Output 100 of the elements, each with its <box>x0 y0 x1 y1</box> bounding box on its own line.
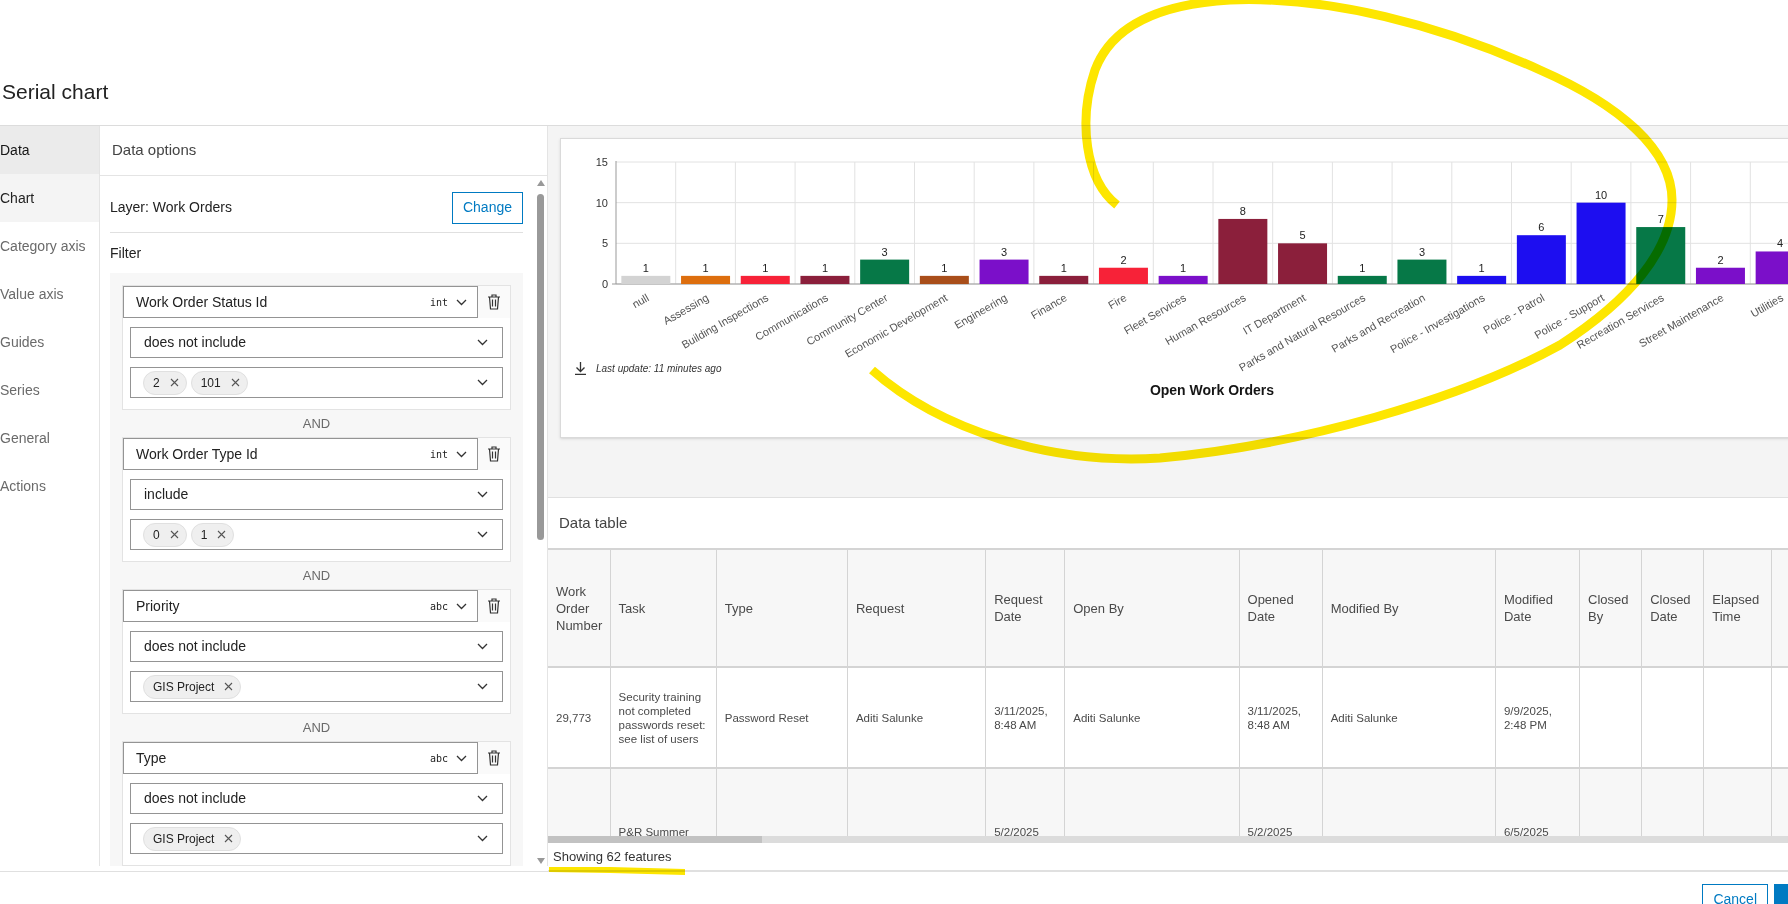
chart-bar[interactable] <box>800 275 850 284</box>
values-select[interactable]: GIS Project <box>130 671 503 702</box>
change-button[interactable]: Change <box>451 191 523 224</box>
values-select[interactable]: 0 1 <box>130 519 503 550</box>
trash-icon[interactable] <box>487 446 501 462</box>
and-label: AND <box>302 414 331 433</box>
table-cell: 6/5/2025 <box>1503 826 1549 836</box>
chart-bar[interactable] <box>1337 275 1387 284</box>
operator-select[interactable]: does not include <box>130 783 503 814</box>
chevron-down-icon <box>477 339 488 346</box>
table-cell: 5/2/2025 <box>994 826 1039 836</box>
chart-bar[interactable] <box>1695 267 1745 284</box>
table-cell: 5/2/2025 <box>1247 826 1293 836</box>
horizontal-scrollbar[interactable] <box>548 836 1788 843</box>
table-cell: 3/11/2025, 8:48 AM <box>994 704 1048 731</box>
field-select[interactable]: Work Order Status Id int <box>123 286 478 318</box>
nav-item[interactable]: Data <box>0 126 99 174</box>
operator-select[interactable]: does not include <box>130 631 503 662</box>
scrollbar-thumb[interactable] <box>537 194 544 540</box>
chevron-down-icon <box>456 602 467 610</box>
value-chip[interactable]: 101 <box>190 370 248 395</box>
value-label: 3 <box>1418 245 1425 258</box>
chart-bar[interactable] <box>919 275 969 284</box>
value-label: 1 <box>642 261 649 274</box>
value-chip[interactable]: GIS Project <box>143 826 242 851</box>
table-cell: Password Reset <box>724 711 809 724</box>
nav-item[interactable]: Chart <box>0 174 99 222</box>
chart-bar[interactable] <box>740 275 790 284</box>
close-icon[interactable] <box>217 530 227 539</box>
value-label: 1 <box>1060 261 1067 274</box>
value-label: 1 <box>941 261 948 274</box>
value-label: 1 <box>821 261 828 274</box>
panel-title: Data options <box>112 140 197 161</box>
y-tick-label: 0 <box>601 278 608 290</box>
chart-title: Open Work Orders <box>1149 382 1275 398</box>
filter-label: Filter <box>110 243 142 263</box>
close-icon[interactable] <box>224 682 234 691</box>
table-cell: P&R Summer <box>618 826 689 836</box>
y-tick-label: 10 <box>595 196 608 209</box>
y-tick-label: 5 <box>601 237 608 250</box>
value-chip[interactable]: GIS Project <box>143 674 242 699</box>
operator-select[interactable]: does not include <box>130 327 503 358</box>
value-chip[interactable]: 1 <box>190 522 235 547</box>
trash-icon[interactable] <box>487 598 501 614</box>
last-update-text: Last update: 11 minutes ago <box>596 362 722 376</box>
values-select[interactable]: GIS Project <box>130 823 503 854</box>
layer-label: Layer: Work Orders <box>110 198 232 217</box>
and-label: AND <box>302 718 331 737</box>
chevron-down-icon <box>477 379 488 386</box>
close-icon[interactable] <box>169 530 179 539</box>
value-chip[interactable]: 2 <box>143 370 187 395</box>
close-icon[interactable] <box>169 378 179 387</box>
chart-bar[interactable] <box>1218 218 1268 284</box>
chart-bar[interactable] <box>860 259 910 284</box>
category-label: Fire <box>1106 291 1129 312</box>
value-chip[interactable]: 0 <box>143 522 187 547</box>
trash-icon[interactable] <box>487 750 501 766</box>
value-label: 4 <box>1777 237 1784 250</box>
chart-bar[interactable] <box>979 259 1029 284</box>
value-label: 1 <box>1359 261 1366 274</box>
chevron-down-icon <box>477 531 488 538</box>
chart-bar[interactable] <box>1397 259 1447 284</box>
value-label: 1 <box>762 261 769 274</box>
table-cell: 9/9/2025, 2:48 PM <box>1503 704 1552 731</box>
value-label: 3 <box>1001 245 1008 258</box>
chevron-down-icon <box>456 298 467 306</box>
table-cell: Aditi Salunke <box>1330 711 1398 724</box>
chevron-down-icon <box>456 754 467 762</box>
trash-icon[interactable] <box>487 294 501 310</box>
chevron-down-icon <box>477 835 488 842</box>
value-label: 1 <box>702 261 709 274</box>
value-label: 2 <box>1717 253 1724 266</box>
dialog-title: Serial chart <box>2 78 109 105</box>
feature-count-text: Showing 62 features <box>553 847 672 866</box>
operator-select[interactable]: include <box>130 479 503 510</box>
chart-bar[interactable] <box>1457 275 1507 284</box>
table-cell: Security training not completed passwords reset: see list of users <box>618 690 706 745</box>
chart-bar[interactable] <box>1755 251 1788 284</box>
field-select[interactable]: Type abc <box>123 742 478 774</box>
close-icon[interactable] <box>224 834 234 843</box>
field-type-tag: int <box>429 446 448 462</box>
download-icon[interactable] <box>575 362 586 375</box>
chart-bar[interactable] <box>1158 275 1208 284</box>
chevron-down-icon <box>456 450 467 458</box>
field-select[interactable]: Priority abc <box>123 590 478 622</box>
chart-bar[interactable] <box>1039 275 1089 284</box>
close-icon[interactable] <box>230 378 240 387</box>
category-label: null <box>630 291 651 311</box>
field-select[interactable]: Work Order Type Id int <box>123 438 478 470</box>
values-select[interactable]: 2 101 <box>130 367 503 398</box>
section-title: Data table <box>559 512 628 533</box>
chevron-down-icon <box>477 795 488 802</box>
chevron-down-icon <box>477 491 488 498</box>
y-tick-label: 15 <box>595 156 608 168</box>
table-cell: Aditi Salunke <box>855 711 924 724</box>
chart-bar[interactable] <box>1576 202 1626 284</box>
scrollbar-thumb[interactable] <box>548 836 762 843</box>
cancel-button[interactable]: Cancel <box>1702 884 1768 904</box>
field-type-tag: abc <box>429 598 448 614</box>
table-cell: Aditi Salunke <box>1073 711 1141 724</box>
